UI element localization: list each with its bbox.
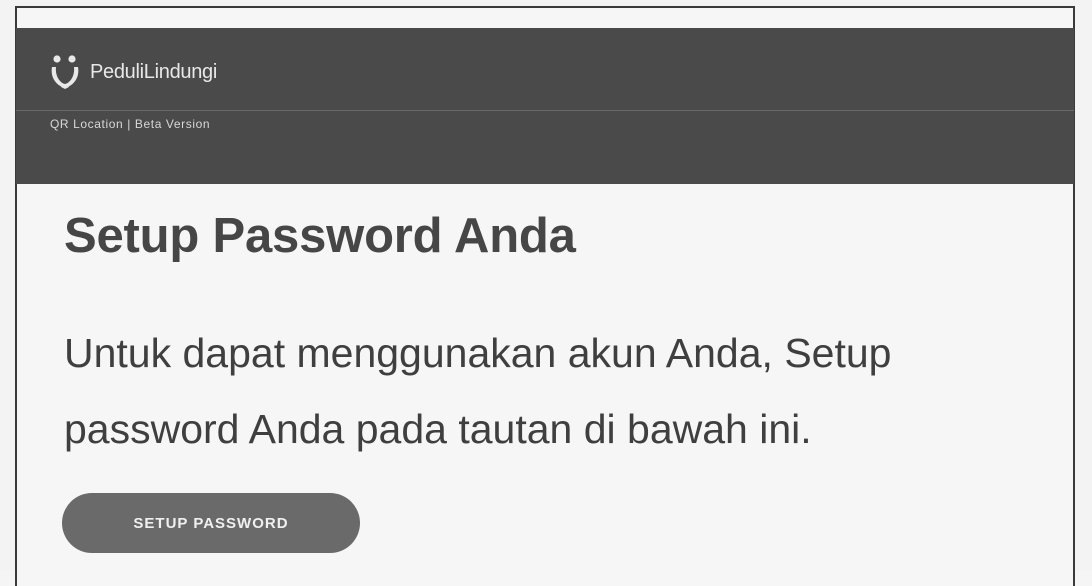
page-title: Setup Password Anda	[64, 209, 576, 263]
app-header	[16, 28, 1074, 184]
brand: PeduliLindungi	[48, 54, 217, 90]
pedulilindungi-logo-icon	[51, 55, 79, 89]
brand-name: PeduliLindungi	[90, 60, 218, 83]
setup-password-button[interactable]: SETUP PASSWORD	[62, 493, 360, 553]
description-text: Untuk dapat menggunakan akun Anda, Setup…	[64, 330, 892, 452]
brand-subtitle: QR Location | Beta Version	[50, 117, 211, 131]
header-divider	[16, 110, 1074, 111]
